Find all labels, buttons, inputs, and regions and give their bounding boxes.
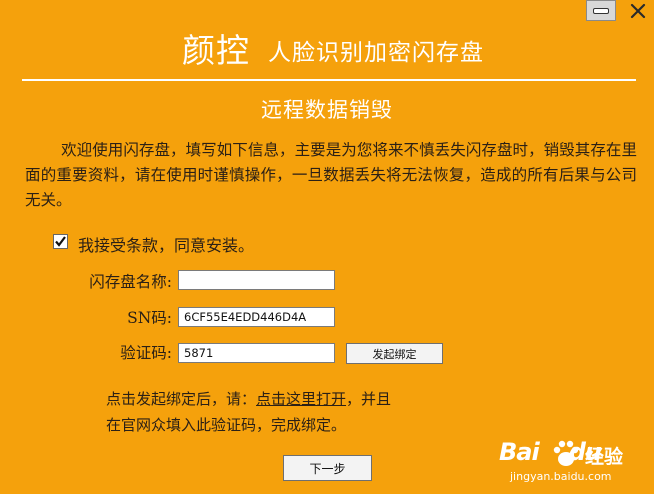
minimize-button[interactable] (586, 0, 616, 21)
code-label: 验证码: (120, 344, 172, 362)
sn-input[interactable] (178, 307, 335, 327)
title-divider (22, 79, 636, 81)
agree-checkbox[interactable] (53, 234, 68, 249)
brand-title: 颜控 (182, 31, 250, 70)
flash-name-label: 闪存盘名称: (89, 273, 172, 291)
note-suffix: ，并且 (346, 390, 392, 408)
watermark-url: jingyan.baidu.com (510, 470, 612, 483)
watermark-product: 经验 (585, 446, 624, 468)
baidu-watermark: Bai du 经验 jingyan.baidu.com (499, 438, 649, 494)
paw-icon (553, 440, 579, 466)
bind-button[interactable]: 发起绑定 (346, 343, 443, 364)
bind-instructions: 点击发起绑定后，请：点击这里打开，并且 在官网众填入此验证码，完成绑定。 (106, 386, 466, 438)
intro-text: 欢迎使用闪存盘，填写如下信息，主要是为您将来不慎丢失闪存盘时，销毁其存在里面的重… (25, 141, 637, 209)
close-icon (630, 3, 646, 18)
checkmark-icon (55, 236, 66, 247)
note-line2: 在官网众填入此验证码，完成绑定。 (106, 416, 347, 434)
close-button[interactable] (622, 0, 654, 21)
agree-label[interactable]: 我接受条款，同意安装。 (78, 232, 254, 256)
flash-name-input[interactable] (178, 270, 335, 290)
page-heading: 远程数据销毁 (261, 98, 393, 122)
note-prefix: 点击发起绑定后，请： (106, 390, 257, 408)
open-link[interactable]: 点击这里打开 (256, 390, 346, 408)
product-title: 人脸识别加密闪存盘 (268, 40, 484, 66)
next-button[interactable]: 下一步 (283, 455, 372, 481)
verification-code-input[interactable] (178, 343, 335, 363)
sn-label: SN码: (127, 309, 172, 327)
minimize-icon (593, 7, 609, 14)
intro-paragraph: 欢迎使用闪存盘，填写如下信息，主要是为您将来不慎丢失闪存盘时，销毁其存在里面的重… (25, 138, 637, 213)
